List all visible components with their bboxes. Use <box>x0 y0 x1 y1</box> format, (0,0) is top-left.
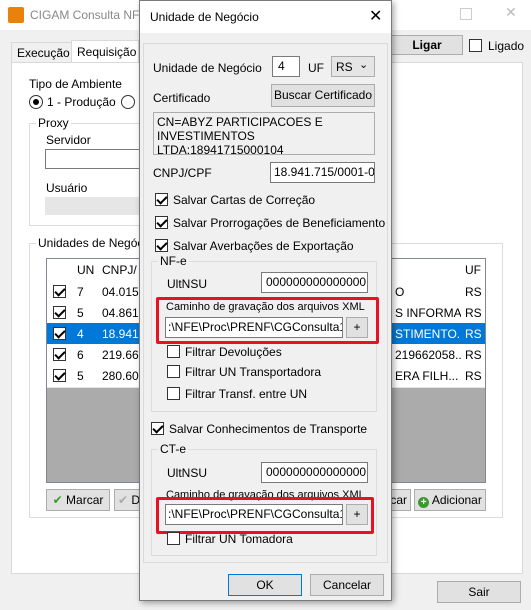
filtrar-devolucoes-checkbox[interactable] <box>167 345 180 358</box>
row-checkbox[interactable] <box>53 327 66 340</box>
ambiente-label: Tipo de Ambiente <box>29 77 122 91</box>
dialog-title: Unidade de Negócio <box>150 10 259 24</box>
add-icon: + <box>418 497 430 508</box>
table-cell-name: O <box>395 285 405 299</box>
tab-requisicao-label: Requisição <box>77 45 137 59</box>
nfe-ultnsu-input[interactable]: 000000000000000 <box>261 272 368 293</box>
adicionar-button[interactable]: + Adicionar <box>414 489 486 511</box>
table-cell-name: 219662058... <box>395 348 461 362</box>
salvar-averbacoes-checkbox[interactable] <box>155 239 168 252</box>
usuario-label: Usuário <box>46 181 88 195</box>
main-window-title: CIGAM Consulta NFe <box>30 8 147 22</box>
filtrar-transf-label: Filtrar Transf. entre UN <box>185 387 308 401</box>
ok-button[interactable]: OK <box>228 574 302 596</box>
cnpj-label: CNPJ/CPF <box>153 166 212 180</box>
filtrar-devolucoes-label: Filtrar Devoluções <box>185 345 282 359</box>
unidade-label: Unidade de Negócio <box>153 61 262 75</box>
filtrar-transportadora-checkbox[interactable] <box>167 365 180 378</box>
filtrar-tomadora-label: Filtrar UN Tomadora <box>185 532 293 546</box>
desmarcar-button[interactable]: ✔ D <box>114 489 142 511</box>
salvar-cartas-checkbox[interactable] <box>155 193 168 206</box>
ligado-label: Ligado <box>488 39 525 53</box>
grid-header-un[interactable]: UN <box>77 263 94 277</box>
nfe-legend: NF-e <box>160 254 187 268</box>
uf-label: UF <box>308 61 324 75</box>
check-icon: ✔ <box>118 493 129 507</box>
row-checkbox[interactable] <box>53 369 66 382</box>
cte-ultnsu-input[interactable]: 000000000000000 <box>261 462 368 483</box>
table-cell-un: 4 <box>77 327 84 341</box>
table-cell-uf: RS <box>465 306 482 320</box>
row-checkbox[interactable] <box>53 285 66 298</box>
filtrar-transf-checkbox[interactable] <box>167 387 180 400</box>
unidade-dialog: Unidade de Negócio ✕ Unidade de Negócio … <box>139 0 392 601</box>
table-cell-uf: RS <box>465 348 482 362</box>
row-checkbox[interactable] <box>53 306 66 319</box>
salvar-prorrogacoes-checkbox[interactable] <box>155 216 168 229</box>
chevron-down-icon: ⌄ <box>359 59 369 71</box>
table-cell-uf: RS <box>465 327 482 341</box>
ligar-button[interactable]: Ligar <box>391 35 463 55</box>
editar-label: car <box>390 493 407 507</box>
grid-header-cnpj[interactable]: CNPJ/ <box>102 263 137 277</box>
uf-select[interactable]: RS ⌄ <box>331 56 375 77</box>
cte-ultnsu-label: UltNSU <box>167 466 208 480</box>
app-logo-icon <box>8 7 24 23</box>
table-cell-un: 5 <box>77 369 84 383</box>
certificado-text: CN=ABYZ PARTICIPACOES E INVESTIMENTOS LT… <box>157 115 323 157</box>
table-cell-un: 7 <box>77 285 84 299</box>
proxy-legend: Proxy <box>38 116 69 130</box>
nfe-caminho-highlight <box>156 297 379 344</box>
producao-radio[interactable] <box>29 95 43 109</box>
cte-caminho-highlight <box>156 497 374 534</box>
salvar-conhecimentos-label: Salvar Conhecimentos de Transporte <box>169 422 368 436</box>
cancelar-button[interactable]: Cancelar <box>310 574 384 596</box>
marcar-button[interactable]: ✔ Marcar <box>46 489 110 511</box>
certificado-label: Certificado <box>153 91 211 105</box>
tab-execucao-label: Execução <box>17 46 70 60</box>
filtrar-transportadora-label: Filtrar UN Transportadora <box>185 365 322 379</box>
tab-execucao[interactable]: Execução <box>11 42 73 63</box>
servidor-label: Servidor <box>46 133 91 147</box>
salvar-averbacoes-label: Salvar Averbações de Exportação <box>173 239 354 253</box>
producao-label: 1 - Produção <box>47 95 116 109</box>
table-cell-un: 6 <box>77 348 84 362</box>
certificado-textbox: CN=ABYZ PARTICIPACOES E INVESTIMENTOS LT… <box>153 112 375 157</box>
filtrar-tomadora-checkbox[interactable] <box>167 532 180 545</box>
table-cell-uf: RS <box>465 285 482 299</box>
maximize-icon[interactable] <box>460 8 472 20</box>
buscar-certificado-button[interactable]: Buscar Certificado <box>271 84 375 107</box>
table-cell-name: STIMENTO... <box>395 327 461 341</box>
table-cell-name: S INFORMA... <box>395 306 461 320</box>
adicionar-label: Adicionar <box>431 493 482 507</box>
unidade-input[interactable]: 4 <box>272 56 300 77</box>
homologacao-radio[interactable] <box>121 95 135 109</box>
dialog-titlebar: Unidade de Negócio ✕ <box>140 1 391 33</box>
cnpj-input[interactable]: 18.941.715/0001-04 <box>270 162 375 183</box>
dialog-close-icon[interactable]: ✕ <box>369 6 382 26</box>
check-icon: ✔ <box>52 493 63 507</box>
sair-button[interactable]: Sair <box>437 581 521 603</box>
salvar-conhecimentos-checkbox[interactable] <box>151 422 164 435</box>
table-cell-uf: RS <box>465 369 482 383</box>
salvar-cartas-label: Salvar Cartas de Correção <box>173 193 316 207</box>
table-cell-un: 5 <box>77 306 84 320</box>
unidades-legend: Unidades de Negócio <box>38 236 153 250</box>
uf-select-value: RS <box>336 60 353 74</box>
close-icon[interactable]: ✕ <box>505 4 517 21</box>
nfe-ultnsu-label: UltNSU <box>167 277 208 291</box>
row-checkbox[interactable] <box>53 348 66 361</box>
grid-header-uf[interactable]: UF <box>465 263 481 277</box>
tab-requisicao[interactable]: Requisição <box>71 40 139 64</box>
ligado-checkbox[interactable] <box>469 39 482 52</box>
marcar-label: Marcar <box>66 493 104 507</box>
salvar-prorrogacoes-label: Salvar Prorrogações de Beneficiamento <box>173 216 386 230</box>
table-cell-name: ERA FILH... <box>395 369 459 383</box>
cte-legend: CT-e <box>160 442 187 456</box>
